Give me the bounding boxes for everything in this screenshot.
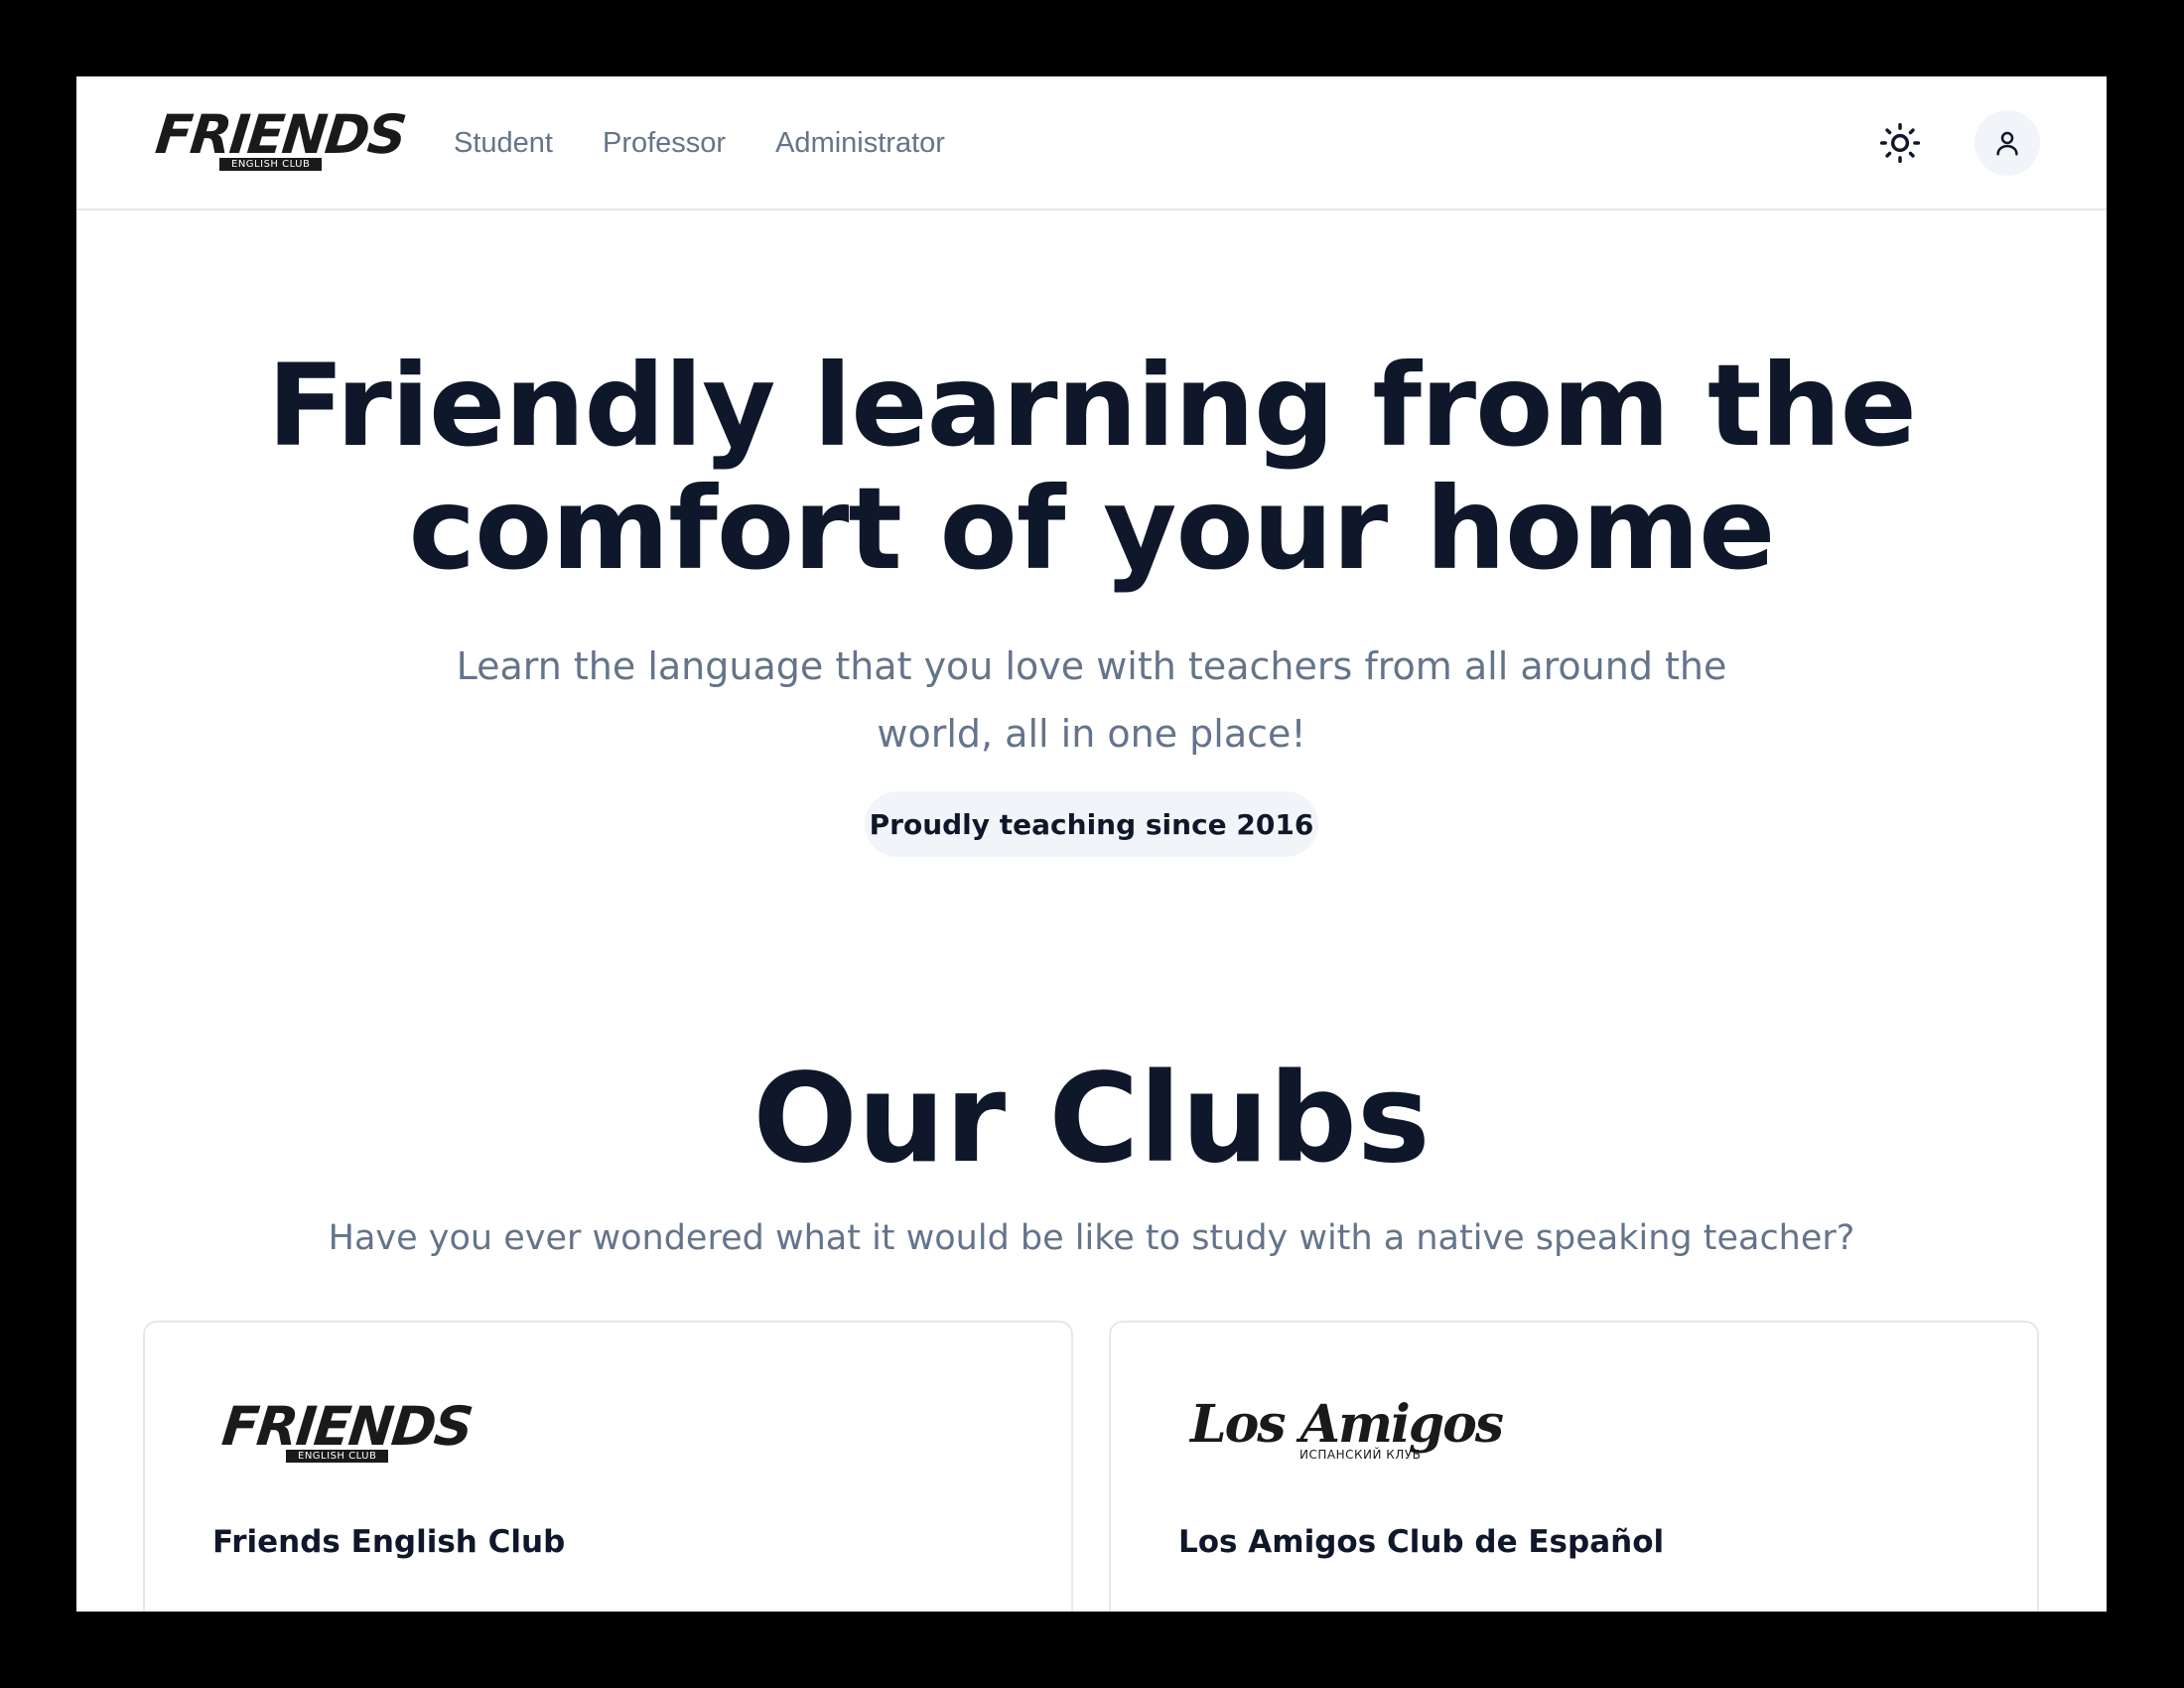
- main-nav: Student Professor Administrator: [454, 76, 945, 211]
- clubs-title: Our Clubs: [752, 1048, 1431, 1191]
- hero-title-line-2: comfort of your home: [408, 463, 1776, 595]
- friends-logo[interactable]: FRIENDS ENGLISH CLUB: [152, 103, 408, 171]
- account-button[interactable]: [1975, 110, 2040, 176]
- hero-title-line-1: Friendly learning from the: [267, 340, 1917, 472]
- since-badge: Proudly teaching since 2016: [865, 791, 1318, 857]
- club-name: Friends English Club: [212, 1524, 566, 1560]
- nav-administrator[interactable]: Administrator: [775, 127, 945, 160]
- hero-subtitle: Learn the language that you love with te…: [456, 644, 1727, 756]
- theme-toggle-button[interactable]: [1867, 110, 1933, 176]
- club-card-friends[interactable]: FRIENDS ENGLISH CLUB Friends English Clu…: [143, 1321, 1073, 1612]
- clubs-subtitle: Have you ever wondered what it would be …: [328, 1218, 1855, 1258]
- logo-wordmark: FRIENDS: [152, 103, 408, 166]
- top-navbar: FRIENDS ENGLISH CLUB Student Professor A…: [76, 76, 2107, 211]
- logo-subtitle: ENGLISH CLUB: [219, 158, 323, 171]
- user-icon: [1996, 131, 2018, 156]
- sun-icon: [1879, 122, 1921, 164]
- nav-professor[interactable]: Professor: [603, 127, 726, 160]
- club-logo-wordmark: Los Amigos: [1190, 1394, 1504, 1455]
- club-name: Los Amigos Club de Español: [1178, 1524, 1665, 1560]
- hero-title: Friendly learning from the comfort of yo…: [76, 345, 2107, 591]
- club-logo-subtitle: ENGLISH CLUB: [286, 1450, 389, 1463]
- los-amigos-logo: Los Amigos ИСПАНСКИЙ КЛУБ: [1190, 1394, 1504, 1463]
- club-logo-wordmark: FRIENDS: [218, 1395, 475, 1458]
- app-window: FRIENDS ENGLISH CLUB Student Professor A…: [76, 76, 2107, 1612]
- club-card-los-amigos[interactable]: Los Amigos ИСПАНСКИЙ КЛУБ Los Amigos Clu…: [1109, 1321, 2039, 1612]
- friends-club-logo: FRIENDS ENGLISH CLUB: [218, 1395, 475, 1463]
- nav-student[interactable]: Student: [454, 127, 553, 160]
- club-logo-subtitle: ИСПАНСКИЙ КЛУБ: [1299, 1448, 1422, 1462]
